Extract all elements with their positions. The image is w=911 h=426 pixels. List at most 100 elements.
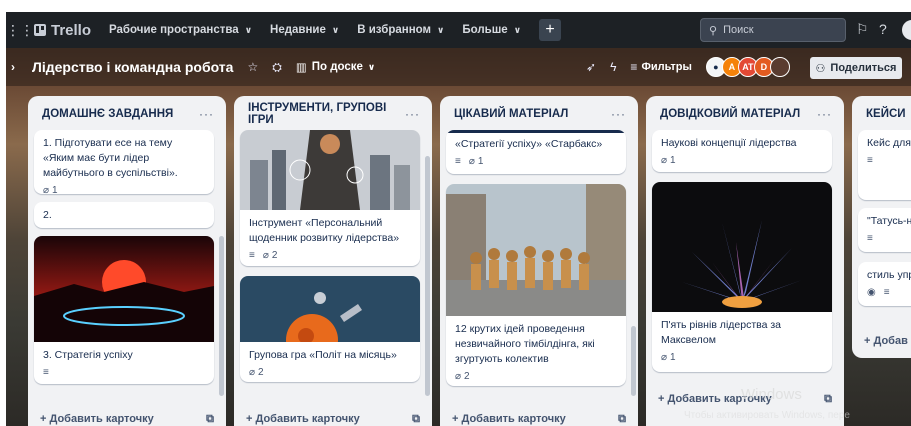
create-button[interactable]: + [539, 19, 562, 41]
list-interesting-material[interactable]: ЦІКАВИЙ МАТЕРІАЛ ··· «Стратегії успіху» … [440, 96, 638, 426]
more-icon[interactable]: ··· [611, 107, 626, 121]
list-title[interactable]: ДОМАШНЄ ЗАВДАННЯ [42, 108, 173, 120]
list-scrollbar[interactable] [425, 156, 430, 396]
card[interactable]: Групова гра «Політ на місяць» ⌀ 2 [240, 276, 420, 382]
card[interactable]: 1. Підготувати есе на тему «Яким має бут… [34, 130, 214, 194]
list-title[interactable]: ІНСТРУМЕНТИ, ГРУПОВІ ІГРИ [248, 102, 405, 126]
board-view-label: По доске [311, 61, 363, 73]
card-title: Інструмент «Персональний щоденник розвит… [249, 217, 400, 244]
card-badges: ⌀ 1 [652, 352, 832, 369]
description-icon: ≡ [867, 155, 873, 166]
add-card-button[interactable]: + Добавить карточку ⧉ [446, 408, 632, 426]
list-title[interactable]: ЦІКАВИЙ МАТЕРІАЛ [454, 108, 568, 120]
list-reference-material[interactable]: ДОВІДКОВИЙ МАТЕРІАЛ ··· Наукові концепці… [646, 96, 844, 426]
add-card-label: Добавить карточку [461, 413, 566, 425]
list-scrollbar[interactable] [219, 236, 224, 396]
description-icon: ≡ [883, 287, 890, 298]
more-icon[interactable]: ··· [405, 107, 420, 121]
share-button[interactable]: ⚇ Поделиться [810, 57, 902, 79]
list-header: ЦІКАВИЙ МАТЕРІАЛ ··· [440, 96, 638, 132]
card[interactable]: стиль упр ◉ ≡ [858, 262, 911, 306]
add-card-label: Добавить карточку [49, 413, 154, 425]
list-tools-games[interactable]: ІНСТРУМЕНТИ, ГРУПОВІ ІГРИ ··· Інструмент… [234, 96, 432, 426]
template-icon[interactable]: ⧉ [412, 413, 420, 426]
search-input[interactable]: ⚲ Поиск [700, 18, 846, 42]
template-icon[interactable]: ⧉ [618, 413, 626, 426]
menu-starred[interactable]: В избранном ∨ [357, 24, 444, 36]
card[interactable]: Наукові концепції лідерства ⌀ 1 [652, 130, 832, 172]
visibility-icon[interactable]: ⛭ [272, 60, 282, 75]
list-scrollbar[interactable] [631, 326, 636, 396]
list-header: ДОВІДКОВИЙ МАТЕРІАЛ ··· [646, 96, 844, 132]
add-card-label: Добавить карточку [255, 413, 360, 425]
card-badges: ⌀ 1 [34, 185, 214, 194]
list-cases[interactable]: КЕЙСИ Кейс для а найшанов планети?» ≡ "Т… [852, 96, 911, 358]
card-title: "Татусь-на [867, 215, 911, 227]
sunset-cover-image [34, 236, 214, 342]
more-icon[interactable]: ··· [817, 107, 832, 121]
attachment-badge: ⌀ 2 [455, 371, 470, 382]
template-icon[interactable]: ⧉ [206, 413, 214, 426]
notifications-icon[interactable]: ⚐ [856, 21, 869, 38]
card-badges: ⌀ 2 [446, 371, 626, 386]
rocket-icon[interactable]: ➶ [586, 60, 596, 74]
card[interactable]: «Стратегії успіху» «Старбакс» ≡ ⌀ 1 [446, 130, 626, 174]
card[interactable]: Інструмент «Персональний щоденник розвит… [240, 130, 420, 266]
more-icon[interactable]: ··· [199, 107, 214, 121]
list-header: ІНСТРУМЕНТИ, ГРУПОВІ ІГРИ ··· [234, 96, 432, 132]
attachment-count: 2 [271, 250, 278, 261]
chevron-down-icon: ∨ [244, 24, 253, 35]
filters-button[interactable]: Фильтры [641, 61, 691, 73]
add-card-button[interactable]: + Добав [858, 330, 911, 352]
card-badges: ⌀ 2 [240, 367, 420, 382]
board-title[interactable]: Лідерство і командна робота [32, 59, 233, 75]
search-icon: ⚲ [709, 24, 718, 37]
list-title[interactable]: ДОВІДКОВИЙ МАТЕРІАЛ [660, 108, 800, 120]
attachment-count: 1 [670, 155, 676, 166]
attachment-count: 1 [477, 156, 484, 167]
add-card-label: Добав [873, 335, 908, 347]
menu-workspaces[interactable]: Рабочие пространства ∨ [109, 24, 252, 36]
template-icon[interactable]: ⧉ [824, 393, 832, 406]
card-badges: ≡ [34, 367, 214, 384]
card[interactable]: П'ять рівнів лідерства за Максвелом ⌀ 1 [652, 182, 832, 372]
card-badges: ≡ [858, 233, 911, 250]
card-title: «Стратегії успіху» «Старбакс» [455, 138, 603, 150]
user-avatar[interactable] [902, 20, 911, 40]
card[interactable]: 3. Стратегія успіху ≡ [34, 236, 214, 384]
trello-logo[interactable]: Trello [34, 22, 91, 39]
card[interactable]: 2. [34, 202, 214, 228]
help-icon[interactable]: ? [879, 21, 887, 37]
sidebar-toggle-icon[interactable]: › [6, 48, 20, 86]
board-view-switcher[interactable]: ▥ По доске ∨ [296, 60, 375, 74]
attachment-badge: ⌀ 1 [661, 352, 676, 363]
board-view-icon: ▥ [295, 62, 307, 74]
list-title[interactable]: КЕЙСИ [866, 108, 906, 120]
app-switcher-icon[interactable]: ⋮⋮ [6, 12, 34, 48]
card[interactable]: 12 крутих ідей проведення незвичайного т… [446, 184, 626, 386]
card-badges: ⌀ 1 [652, 155, 832, 172]
menu-recent[interactable]: Недавние ∨ [270, 24, 339, 36]
add-card-button[interactable]: + Добавить карточку ⧉ [240, 408, 426, 426]
list-header: КЕЙСИ [852, 96, 911, 132]
list-homework[interactable]: ДОМАШНЄ ЗАВДАННЯ ··· 1. Підготувати есе … [28, 96, 226, 426]
attachment-badge: ⌀ 1 [43, 185, 58, 194]
star-icon[interactable]: ☆ [247, 60, 258, 74]
card[interactable]: Кейс для а найшанов планети?» ≡ [858, 130, 911, 200]
card[interactable]: "Татусь-на ≡ [858, 208, 911, 252]
attachment-badge: ⌀ 2 [249, 367, 264, 378]
card-title: 2. [43, 209, 52, 221]
board-header: › Лідерство і командна робота ☆ ⛭ ▥ По д… [6, 48, 911, 86]
menu-more[interactable]: Больше ∨ [462, 24, 521, 36]
filter-icon[interactable]: ≡ [630, 60, 637, 74]
attachment-badge: ⌀ 1 [469, 156, 484, 167]
description-icon: ≡ [455, 156, 461, 167]
crystal-flower-cover-image [652, 182, 832, 312]
chevron-down-icon: ∨ [367, 61, 376, 72]
member-avatar-photo[interactable] [769, 57, 790, 77]
description-icon: ≡ [43, 367, 49, 378]
add-card-button[interactable]: + Добавить карточку ⧉ [34, 408, 220, 426]
teambuilding-cover-image [446, 184, 626, 316]
automation-icon[interactable]: ϟ [610, 60, 616, 74]
card-title: 3. Стратегія успіху [43, 349, 133, 361]
